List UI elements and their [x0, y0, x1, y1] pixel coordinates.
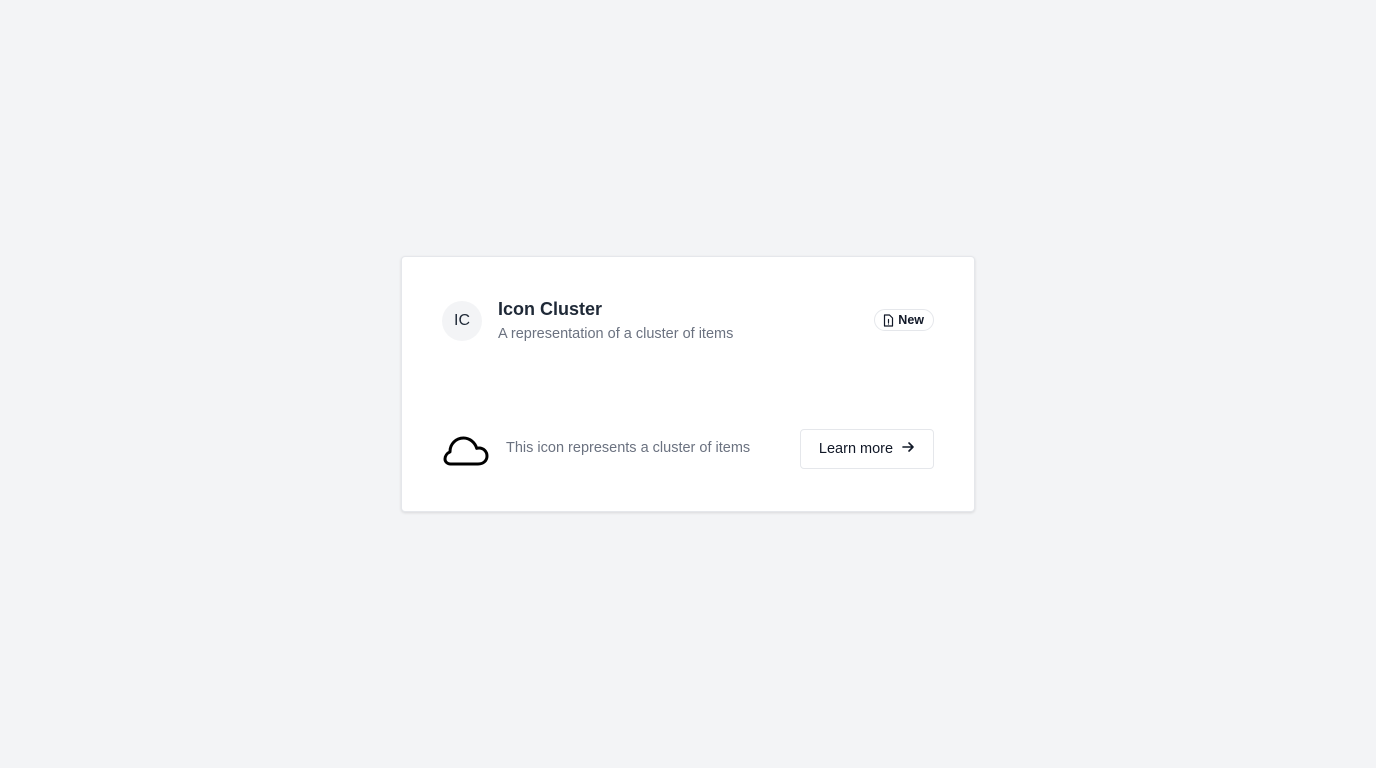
card-subtitle: A representation of a cluster of items — [498, 326, 734, 342]
status-badge: New — [874, 309, 934, 331]
avatar-initials: IC — [454, 312, 470, 329]
footer-description: This icon represents a cluster of items — [506, 440, 751, 456]
card-header: IC Icon Cluster A representation of a cl… — [442, 299, 934, 345]
document-icon — [883, 313, 894, 327]
cloud-icon — [442, 430, 490, 468]
card-footer: This icon represents a cluster of items … — [442, 429, 934, 469]
card-title: Icon Cluster — [498, 299, 603, 319]
badge-label: New — [898, 313, 924, 327]
avatar: IC — [442, 301, 482, 341]
arrow-right-icon — [901, 440, 915, 458]
icon-cluster-card: IC Icon Cluster A representation of a cl… — [401, 256, 975, 512]
learn-more-label: Learn more — [818, 441, 894, 457]
learn-more-button[interactable]: Learn more — [800, 429, 934, 469]
